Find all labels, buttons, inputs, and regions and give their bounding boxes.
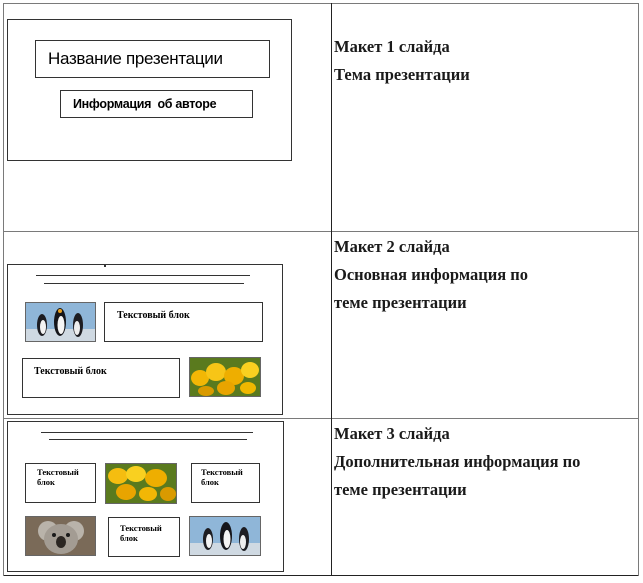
table-border-top bbox=[3, 3, 639, 4]
text-box-1: Текстовый блок bbox=[25, 463, 96, 503]
table-row-divider-2 bbox=[3, 418, 639, 419]
row-2-line-2: теме презентации bbox=[334, 293, 467, 312]
text-box-3-label: Текстовый блок bbox=[120, 523, 162, 543]
tulips-icon bbox=[190, 358, 260, 396]
text-box-2: Текстовый блок bbox=[22, 358, 180, 398]
row-2-line-1: Основная информация по bbox=[334, 265, 529, 284]
presentation-title-text: Название презентации bbox=[48, 49, 223, 68]
tulips-icon bbox=[106, 464, 176, 503]
koala-image bbox=[25, 516, 96, 556]
title-placeholder-line-1 bbox=[36, 275, 250, 276]
slide-layout-2: Текстовый блок Текстовый блок bbox=[7, 264, 283, 415]
text-box-1-label: Текстовый блок bbox=[37, 467, 79, 487]
title-placeholder-line-2 bbox=[49, 439, 247, 440]
title-placeholder-line-2 bbox=[44, 283, 244, 284]
presentation-title-box: Название презентации bbox=[35, 40, 270, 78]
penguins-icon bbox=[190, 517, 260, 555]
row-2-description: Макет 2 слайда Основная информация по те… bbox=[334, 233, 528, 317]
tulips-image bbox=[105, 463, 177, 504]
table-border-left bbox=[3, 3, 4, 576]
table-border-right bbox=[638, 3, 639, 576]
text-box-2: Текстовый блок bbox=[191, 463, 260, 503]
row-3-line-2: теме презентации bbox=[334, 480, 467, 499]
text-box-1-label: Текстовый блок bbox=[117, 310, 190, 321]
table-border-bottom bbox=[3, 575, 639, 576]
title-placeholder-line-1 bbox=[41, 432, 253, 433]
author-info-text: Информация об авторе bbox=[73, 97, 217, 111]
text-box-3: Текстовый блок bbox=[108, 517, 180, 557]
koala-icon bbox=[26, 517, 95, 555]
row-1-caption: Макет 1 слайда bbox=[334, 37, 450, 56]
slide-layout-3: Текстовый блок Текстовый блок Текстовый … bbox=[7, 421, 284, 572]
text-box-2-label: Текстовый блок bbox=[34, 366, 107, 377]
row-2-caption: Макет 2 слайда bbox=[334, 237, 450, 256]
penguins-icon bbox=[26, 303, 95, 341]
row-3-caption: Макет 3 слайда bbox=[334, 424, 450, 443]
tulips-image bbox=[189, 357, 261, 397]
text-box-2-label: Текстовый блок bbox=[201, 467, 243, 487]
row-1-line-1: Тема презентации bbox=[334, 65, 470, 84]
table-row-divider-1 bbox=[3, 231, 639, 232]
row-1-description: Макет 1 слайда Тема презентации bbox=[334, 33, 470, 89]
penguins-image bbox=[25, 302, 96, 342]
penguins-image bbox=[189, 516, 261, 556]
table-column-divider bbox=[331, 3, 332, 576]
text-box-1: Текстовый блок bbox=[104, 302, 263, 342]
author-info-box: Информация об авторе bbox=[60, 90, 253, 118]
row-3-description: Макет 3 слайда Дополнительная информация… bbox=[334, 420, 580, 504]
slide-layout-1: Название презентации Информация об автор… bbox=[7, 19, 292, 161]
row-3-line-1: Дополнительная информация по bbox=[334, 452, 581, 471]
